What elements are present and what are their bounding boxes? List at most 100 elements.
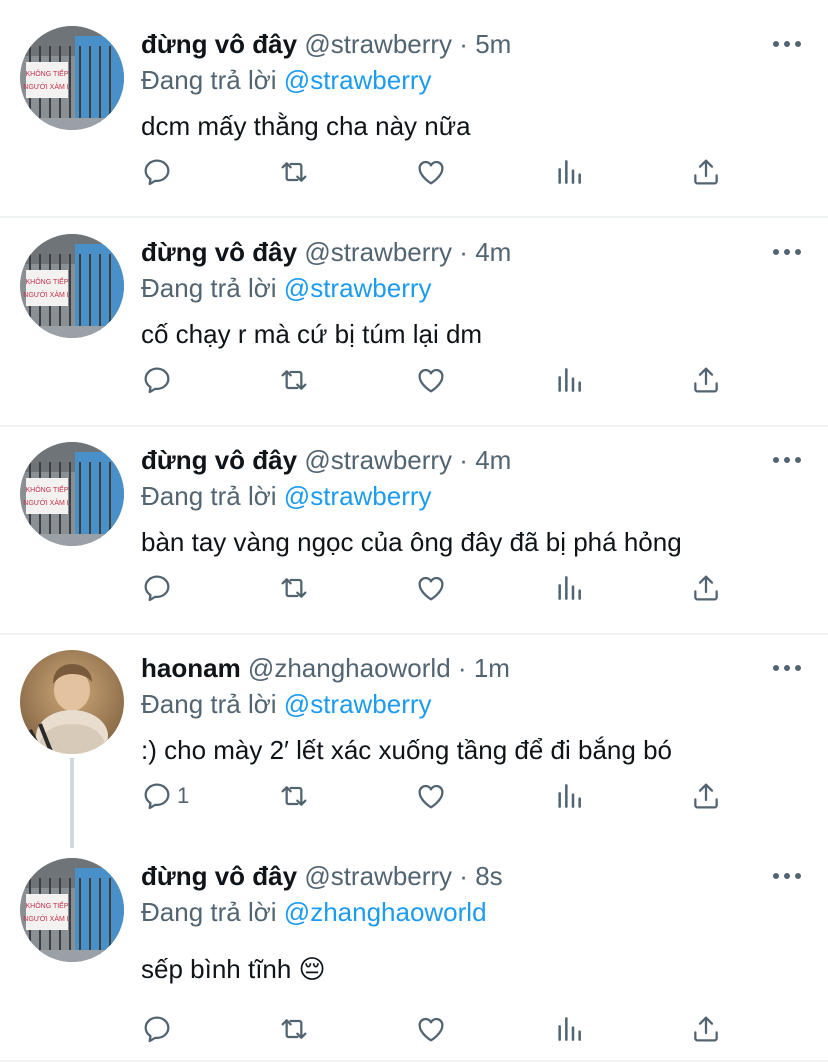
reply-count: 1: [177, 783, 190, 808]
display-name[interactable]: đừng vô đây: [141, 29, 297, 59]
user-handle[interactable]: @strawberry: [304, 861, 452, 891]
retweet-icon: [281, 162, 307, 182]
retweet-icon: [281, 786, 307, 806]
retweet-button[interactable]: [278, 360, 310, 400]
svg-text:NGƯỜI XÀM L: NGƯỜI XÀM L: [23, 82, 70, 91]
timestamp[interactable]: 5m: [475, 29, 511, 59]
replying-to: Đang trả lời @strawberry: [141, 64, 432, 96]
timestamp[interactable]: 4m: [475, 237, 511, 267]
tweet-header: đừng vô đây @strawberry · 5m: [141, 28, 511, 60]
divider: [0, 633, 828, 635]
share-icon: [694, 1016, 718, 1042]
more-icon[interactable]: [770, 30, 804, 58]
analytics-button[interactable]: [553, 152, 585, 192]
tweet-text: bàn tay vàng ngọc của ông đây đã bị phá …: [141, 527, 682, 557]
tweet-header: đừng vô đây @strawberry · 4m: [141, 236, 511, 268]
analytics-icon: [558, 368, 581, 392]
separator-dot: ·: [459, 861, 468, 891]
replying-to: Đang trả lời @strawberry: [141, 272, 432, 304]
retweet-button[interactable]: [278, 776, 310, 816]
retweet-button[interactable]: [278, 1009, 310, 1049]
tweet-actions: [141, 360, 741, 400]
separator-dot: ·: [459, 445, 468, 475]
like-button[interactable]: [415, 152, 447, 192]
tweet-actions: [141, 1009, 741, 1049]
tweet-actions: [141, 152, 741, 192]
more-icon[interactable]: [770, 238, 804, 266]
like-icon: [418, 1017, 444, 1042]
like-button[interactable]: [415, 568, 447, 608]
tweet-actions: 1: [141, 776, 741, 816]
display-name[interactable]: đừng vô đây: [141, 445, 297, 475]
tweet-header: đừng vô đây @strawberry · 8s: [141, 860, 503, 892]
separator-dot: ·: [457, 653, 467, 683]
avatar[interactable]: KHÔNG TIẾP NGƯỜI XÀM L: [20, 234, 124, 338]
svg-text:NGƯỜI XÀM L: NGƯỜI XÀM L: [23, 914, 70, 923]
reply-button[interactable]: [141, 568, 177, 608]
reply-button[interactable]: 1: [141, 776, 189, 816]
retweet-button[interactable]: [278, 152, 310, 192]
timestamp[interactable]: 8s: [475, 861, 502, 891]
analytics-button[interactable]: [553, 568, 585, 608]
reply-button[interactable]: [141, 152, 177, 192]
like-icon: [418, 576, 444, 601]
like-icon: [418, 368, 444, 393]
analytics-button[interactable]: [553, 1009, 585, 1049]
more-icon[interactable]: [770, 862, 804, 890]
user-handle[interactable]: @strawberry: [304, 445, 452, 475]
like-icon: [418, 160, 444, 185]
avatar[interactable]: KHÔNG TIẾP NGƯỜI XÀM L: [20, 858, 124, 962]
avatar[interactable]: KHÔNG TIẾP NGƯỜI XÀM L: [20, 26, 124, 130]
share-button[interactable]: [690, 568, 722, 608]
mention-link[interactable]: @strawberry: [284, 273, 432, 303]
like-button[interactable]: [415, 776, 447, 816]
avatar[interactable]: KHÔNG TIẾP NGƯỜI XÀM L: [20, 442, 124, 546]
replying-to: Đang trả lời @zhanghaoworld: [141, 896, 487, 928]
display-name[interactable]: haonam: [141, 653, 241, 683]
reply-button[interactable]: [141, 1009, 177, 1049]
reply-icon: [144, 367, 170, 394]
share-button[interactable]: [690, 1009, 722, 1049]
replying-to: Đang trả lời @strawberry: [141, 480, 432, 512]
analytics-button[interactable]: [553, 360, 585, 400]
replying-to-label: Đang trả lời: [141, 273, 277, 303]
share-icon: [694, 783, 718, 809]
user-handle[interactable]: @zhanghaoworld: [248, 653, 451, 683]
avatar[interactable]: [20, 650, 124, 754]
display-name[interactable]: đừng vô đây: [141, 237, 297, 267]
mention-link[interactable]: @strawberry: [284, 689, 432, 719]
separator-dot: ·: [459, 29, 468, 59]
timestamp[interactable]: 1m: [474, 653, 510, 683]
retweet-button[interactable]: [278, 568, 310, 608]
share-button[interactable]: [690, 776, 722, 816]
user-handle[interactable]: @strawberry: [304, 237, 452, 267]
retweet-icon: [281, 1019, 307, 1039]
reply-icon: [144, 783, 170, 810]
analytics-button[interactable]: [553, 776, 585, 816]
share-button[interactable]: [690, 152, 722, 192]
user-handle[interactable]: @strawberry: [304, 29, 452, 59]
mention-link[interactable]: @strawberry: [284, 481, 432, 511]
reply-button[interactable]: [141, 360, 177, 400]
like-button[interactable]: [415, 360, 447, 400]
more-icon[interactable]: [770, 446, 804, 474]
tweet-text: :) cho mày 2′ lết xác xuống tầng để đi b…: [141, 735, 672, 765]
replying-to-label: Đang trả lời: [141, 897, 277, 927]
like-button[interactable]: [415, 1009, 447, 1049]
share-button[interactable]: [690, 360, 722, 400]
separator-dot: ·: [459, 237, 468, 267]
more-icon[interactable]: [770, 654, 804, 682]
tweet-actions: [141, 568, 741, 608]
display-name[interactable]: đừng vô đây: [141, 861, 297, 891]
mention-link[interactable]: @zhanghaoworld: [284, 897, 487, 927]
replying-to-label: Đang trả lời: [141, 481, 277, 511]
reply-icon: [144, 159, 170, 186]
mention-link[interactable]: @strawberry: [284, 65, 432, 95]
replying-to: Đang trả lời @strawberry: [141, 688, 432, 720]
share-icon: [694, 367, 718, 393]
share-icon: [694, 159, 718, 185]
analytics-icon: [558, 1017, 581, 1041]
replying-to-label: Đang trả lời: [141, 689, 277, 719]
share-icon: [694, 575, 718, 601]
timestamp[interactable]: 4m: [475, 445, 511, 475]
